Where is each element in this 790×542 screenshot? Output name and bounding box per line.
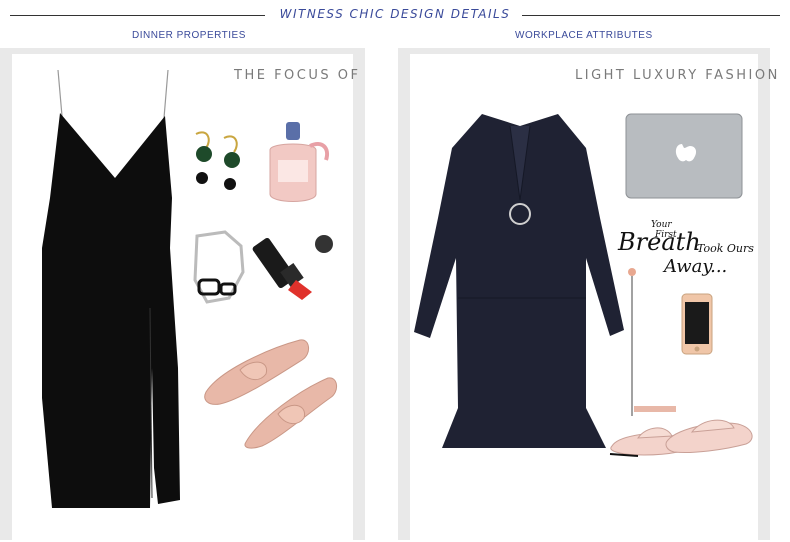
right-subtitle: WORKPLACE ATTRIBUTES — [515, 30, 653, 41]
phone-icon — [681, 293, 713, 355]
banner-rule-right — [522, 15, 780, 16]
earrings-icon — [195, 131, 240, 190]
bracelet-icon — [193, 230, 245, 304]
quote-line3: Breath — [618, 228, 701, 256]
banner-rule-left — [10, 15, 265, 16]
accent-line — [628, 268, 676, 416]
lipstick-icon — [252, 235, 333, 300]
quote-line4: Took Ours — [697, 242, 754, 255]
laptop-icon — [625, 113, 743, 199]
left-heading: THE FOCUS OF — [234, 68, 361, 83]
mules-icon — [609, 419, 753, 457]
quote-line5: Away... — [664, 256, 728, 277]
shoes-icon — [204, 339, 337, 449]
right-heading: LIGHT LUXURY FASHION — [575, 68, 780, 83]
dress-icon — [414, 114, 624, 448]
dress-icon — [42, 69, 180, 508]
perfume-icon — [269, 122, 329, 202]
banner-title: WITNESS CHIC DESIGN DETAILS — [279, 7, 511, 21]
left-subtitle: DINNER PROPERTIES — [132, 30, 246, 41]
